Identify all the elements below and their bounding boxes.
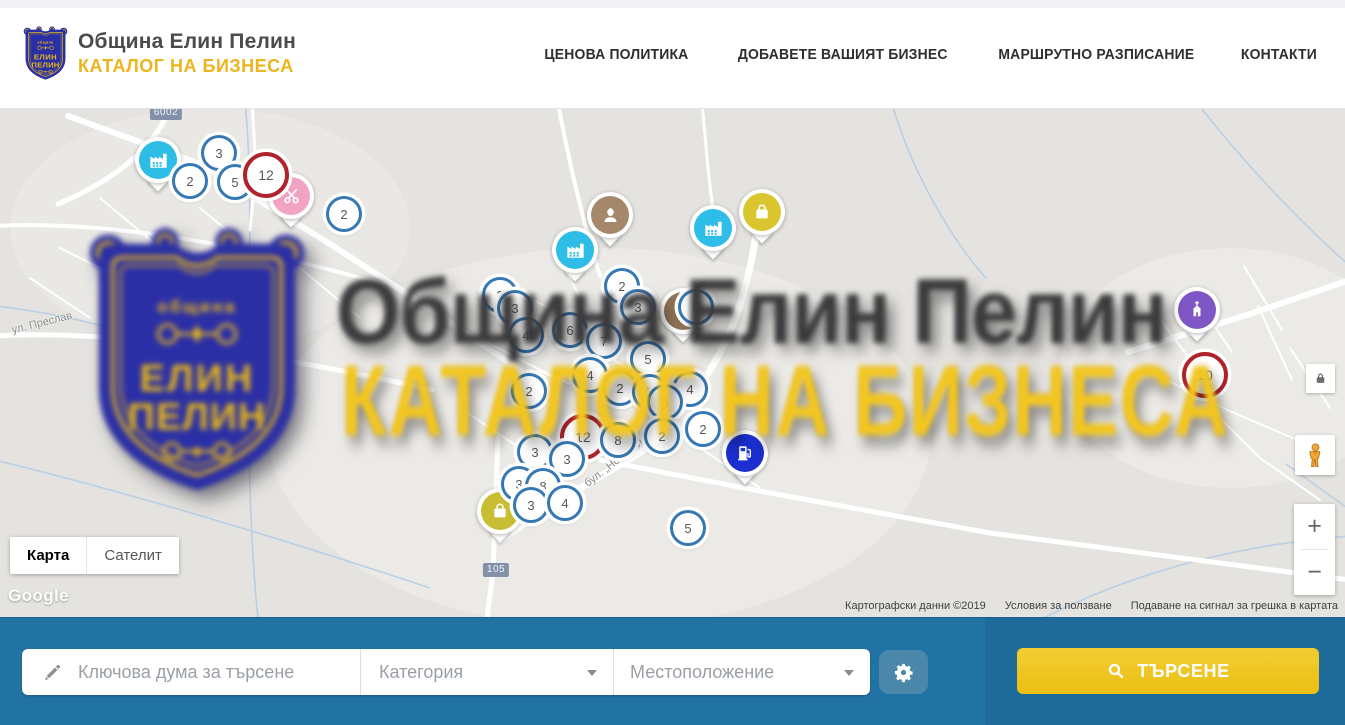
marker-cluster[interactable]: 2	[511, 373, 547, 409]
marker-cluster[interactable]: 8	[647, 384, 683, 420]
map-attribution: Картографски данни ©2019 Условия за ползв…	[845, 600, 1338, 612]
fuel-pump-icon	[734, 442, 756, 464]
pencil-icon	[42, 662, 63, 683]
church-icon	[1186, 299, 1208, 321]
nav-item-1[interactable]: ЦЕНОВА ПОЛИТИКА	[545, 46, 689, 63]
map-canvas[interactable]: Община Елин Пелин КАТАЛОГ НА БИЗНЕСА Кар…	[0, 108, 1345, 617]
keyword-search-input[interactable]	[76, 661, 310, 684]
chevron-down-icon	[587, 670, 597, 676]
marker-cluster[interactable]: 7	[586, 323, 622, 359]
factory-icon	[147, 149, 170, 172]
marker-cluster[interactable]: 2	[326, 196, 362, 232]
google-logo[interactable]: Google	[8, 586, 69, 606]
nav-item-4[interactable]: КОНТАКТИ	[1241, 46, 1317, 63]
search-bar: Категория Местоположение ТЪРСЕНЕ	[0, 617, 1345, 725]
marker-cluster[interactable]: 3	[517, 434, 553, 470]
gear-icon	[892, 661, 915, 684]
road-label: 105	[483, 563, 509, 577]
page-top-strip	[0, 0, 1345, 8]
magnifier-icon	[1106, 661, 1126, 681]
municipality-coat-of-arms-logo	[22, 24, 69, 82]
marker-cluster[interactable]: 5	[670, 510, 706, 546]
marker-cluster[interactable]: 5	[678, 289, 714, 325]
worker-icon	[599, 204, 622, 227]
nav-item-3[interactable]: МАРШРУТНО РАЗПИСАНИЕ	[999, 46, 1195, 63]
search-button[interactable]: ТЪРСЕНЕ	[1017, 648, 1319, 694]
shopping-bag-icon	[751, 201, 773, 223]
main-nav: ЦЕНОВА ПОЛИТИКА ДОБАВЕТЕ ВАШИЯТ БИЗНЕС МАР…	[539, 0, 1320, 108]
marker-cluster[interactable]: 2	[172, 163, 208, 199]
marker-cluster[interactable]: 3	[620, 289, 656, 325]
attribution-link-2[interactable]: Подаване на сигнал за грешка в картата	[1131, 600, 1338, 612]
nav-item-2[interactable]: ДОБАВЕТЕ ВАШИЯТ БИЗНЕС	[738, 46, 948, 63]
marker-cluster[interactable]: 12	[243, 152, 289, 198]
road-label: 6002	[150, 108, 182, 120]
marker-cluster[interactable]: 3	[513, 487, 549, 523]
pin-head	[552, 227, 598, 273]
chevron-down-icon	[844, 670, 854, 676]
factory-icon	[702, 217, 725, 240]
attribution-link-1[interactable]: Условия за ползване	[1005, 600, 1112, 612]
pin-head	[1174, 287, 1220, 333]
search-button-label: ТЪРСЕНЕ	[1137, 661, 1229, 682]
zoom-out-button[interactable]: −	[1294, 550, 1335, 595]
search-fields: Категория Местоположение	[22, 649, 870, 695]
header: Община Елин Пелин КАТАЛОГ НА БИЗНЕСА ЦЕН…	[0, 0, 1345, 109]
factory-icon	[564, 239, 587, 262]
pin-head	[739, 189, 785, 235]
category-dropdown[interactable]: Категория	[360, 649, 613, 695]
zoom-in-button[interactable]: +	[1294, 504, 1335, 549]
map-type-button-satellite[interactable]: Сателит	[86, 537, 179, 574]
marker-cluster[interactable]: 10	[1182, 352, 1228, 398]
map-type-control: Карта Сателит	[10, 537, 179, 574]
location-dropdown[interactable]: Местоположение	[613, 649, 870, 695]
marker-cluster[interactable]: 5	[630, 341, 666, 377]
pin-head	[722, 430, 768, 476]
brand-text: Община Елин Пелин КАТАЛОГ НА БИЗНЕСА	[78, 30, 296, 77]
brand-subtitle: КАТАЛОГ НА БИЗНЕСА	[78, 56, 296, 77]
category-placeholder: Категория	[379, 662, 463, 683]
pegman-icon	[1302, 442, 1329, 469]
keyword-cell	[22, 649, 360, 695]
advanced-settings-button[interactable]	[879, 650, 928, 694]
pin-head	[587, 192, 633, 238]
brand[interactable]: Община Елин Пелин КАТАЛОГ НА БИЗНЕСА	[22, 24, 296, 82]
zoom-control: + −	[1294, 504, 1335, 595]
shopping-bag-icon	[489, 500, 511, 522]
marker-cluster[interactable]: 2	[644, 418, 680, 454]
marker-cluster[interactable]: 6	[552, 312, 588, 348]
brand-title: Община Елин Пелин	[78, 30, 296, 54]
map-restriction-button[interactable]	[1306, 364, 1335, 393]
page: Община Елин Пелин КАТАЛОГ НА БИЗНЕСА ЦЕН…	[0, 0, 1345, 725]
map-type-button-map[interactable]: Карта	[10, 537, 86, 574]
marker-cluster[interactable]: 4	[508, 317, 544, 353]
map-copyright: Картографски данни ©2019	[845, 600, 986, 612]
lock-icon	[1313, 371, 1328, 386]
marker-cluster[interactable]: 4	[547, 485, 583, 521]
pin-head	[690, 205, 736, 251]
location-placeholder: Местоположение	[630, 662, 774, 683]
street-view-button[interactable]	[1295, 435, 1335, 475]
marker-cluster[interactable]: 8	[600, 422, 636, 458]
marker-cluster[interactable]: 2	[685, 411, 721, 447]
